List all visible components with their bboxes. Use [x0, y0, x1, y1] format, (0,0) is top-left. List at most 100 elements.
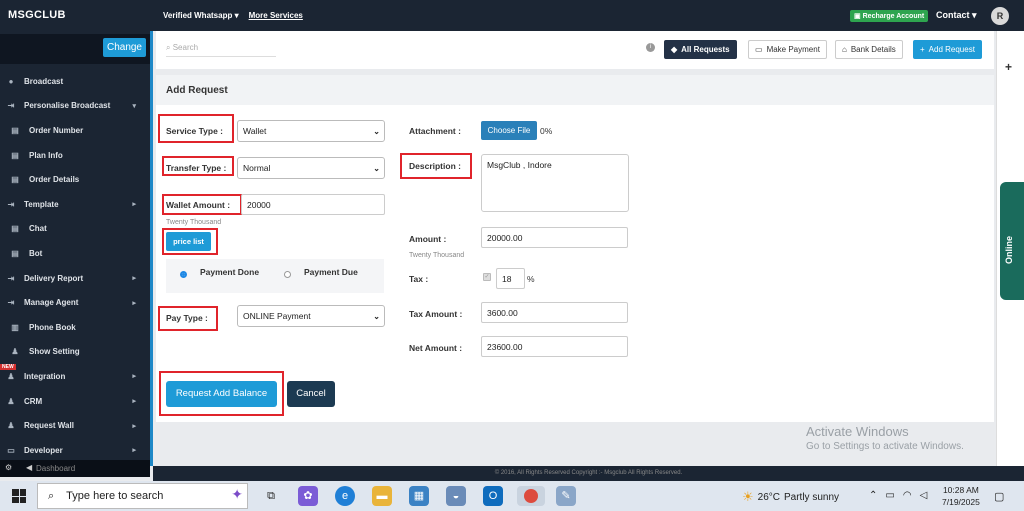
- price-list-button[interactable]: price list: [166, 232, 211, 251]
- sidebar-item-label: Integration: [24, 371, 66, 381]
- sidebar-item-template[interactable]: ⇥ Template ▸: [0, 192, 150, 217]
- sidebar-item-bot[interactable]: ▤ Bot: [0, 241, 150, 266]
- transfer-type-value: Normal: [243, 163, 271, 173]
- document-icon: ▤: [11, 125, 19, 135]
- wallet-amount-label: Wallet Amount :: [166, 200, 231, 210]
- chevron-right-icon: ▸: [132, 201, 136, 209]
- bank-details-button[interactable]: ⌂ Bank Details: [835, 40, 903, 59]
- clock-date: 7/19/2025: [942, 497, 980, 507]
- cancel-button[interactable]: Cancel: [287, 381, 335, 407]
- sidebar-item-broadcast[interactable]: ● Broadcast: [0, 69, 150, 94]
- contact-menu[interactable]: Contact ▾: [936, 10, 977, 21]
- description-textarea[interactable]: MsgClub , Indore: [481, 154, 629, 212]
- task-view-icon[interactable]: ⧉: [261, 486, 281, 506]
- all-requests-label: All Requests: [681, 45, 730, 54]
- taskbar-search[interactable]: ⌕ Type here to search ✦: [37, 483, 248, 509]
- document-icon: ▤: [11, 248, 19, 258]
- search-icon: ⌕: [48, 489, 55, 502]
- chevron-up-icon[interactable]: ⌃: [869, 490, 877, 501]
- search-icon: ⌕: [166, 43, 171, 52]
- info-icon[interactable]: i: [646, 43, 655, 52]
- sidebar-item-crm[interactable]: ♟ CRM ▸: [0, 389, 150, 414]
- add-request-button[interactable]: + Add Request: [913, 40, 982, 59]
- verified-whatsapp-menu[interactable]: Verified Whatsapp ▾: [163, 11, 239, 20]
- payment-done-radio[interactable]: [180, 271, 187, 278]
- make-payment-button[interactable]: ▭ Make Payment: [748, 40, 827, 59]
- wifi-icon[interactable]: ◠: [903, 490, 912, 501]
- transfer-type-select[interactable]: Normal ⌄: [237, 157, 385, 179]
- sidebar-item-plan-info[interactable]: ▤ Plan Info: [0, 143, 150, 168]
- sidebar-item-request-wall[interactable]: ♟ Request Wall ▸: [0, 413, 150, 438]
- sidebar-item-developer[interactable]: ▭ Developer ▸: [0, 438, 150, 463]
- plus-icon[interactable]: +: [1005, 60, 1012, 74]
- volume-icon[interactable]: ◁: [920, 490, 928, 501]
- sidebar-item-show-setting[interactable]: ♟ Show Setting: [0, 340, 150, 365]
- change-button[interactable]: Change: [102, 38, 146, 57]
- request-add-balance-button[interactable]: Request Add Balance: [166, 381, 277, 407]
- chevron-right-icon: ▸: [132, 447, 136, 455]
- all-requests-button[interactable]: ◆ All Requests: [664, 40, 737, 59]
- app-icon[interactable]: ◒: [446, 486, 466, 506]
- copilot-icon[interactable]: ✿: [298, 486, 318, 506]
- monitor-icon: ▭: [7, 445, 15, 455]
- avatar[interactable]: R: [991, 7, 1009, 25]
- import-icon: ⇥: [7, 273, 15, 283]
- sidebar-account-box: Change: [0, 34, 150, 64]
- net-amount-input[interactable]: 23600.00: [481, 336, 628, 357]
- upload-progress: 0%: [540, 126, 553, 136]
- dashboard-link[interactable]: Dashboard: [36, 464, 75, 473]
- edge-icon[interactable]: e: [335, 486, 355, 506]
- clock-time: 10:28 AM: [942, 485, 979, 495]
- outlook-icon[interactable]: O: [483, 486, 503, 506]
- weather-widget[interactable]: ☀ 26°C Partly sunny: [742, 489, 839, 505]
- net-amount-label: Net Amount :: [409, 343, 463, 353]
- amount-input[interactable]: 20000.00: [481, 227, 628, 248]
- sidebar-item-manage-agent[interactable]: ⇥ Manage Agent ▸: [0, 290, 150, 315]
- sidebar-item-integration[interactable]: NEW ♟ Integration ▸: [0, 364, 150, 389]
- tax-amount-input[interactable]: 3600.00: [481, 302, 628, 323]
- taskbar-search-placeholder: Type here to search: [66, 490, 164, 502]
- tax-label: Tax :: [409, 274, 429, 284]
- sidebar-item-order-number[interactable]: ▤ Order Number: [0, 118, 150, 143]
- sidebar-item-chat[interactable]: ▤ Chat: [0, 217, 150, 242]
- windows-start-icon[interactable]: [12, 489, 26, 503]
- tax-input[interactable]: 18: [496, 268, 525, 289]
- sidebar-item-label: Chat: [29, 224, 47, 234]
- sidebar-item-label: Bot: [29, 248, 43, 258]
- import-icon: ⇥: [7, 298, 15, 308]
- sidebar-item-personalise-broadcast[interactable]: ⇥ Personalise Broadcast ▾: [0, 94, 150, 119]
- service-type-select[interactable]: Wallet ⌄: [237, 120, 385, 142]
- wallet-amount-input[interactable]: 20000: [241, 194, 385, 215]
- clock[interactable]: 10:28 AM 7/19/2025: [942, 484, 980, 508]
- notifications-icon[interactable]: ▢: [994, 490, 1004, 503]
- file-explorer-icon[interactable]: ▬: [372, 486, 392, 506]
- online-chat-tab[interactable]: Online: [1000, 182, 1024, 300]
- sidebar-item-order-details[interactable]: ▤ Order Details: [0, 167, 150, 192]
- sidebar-menu: ● Broadcast ⇥ Personalise Broadcast ▾ ▤ Order …: [0, 69, 150, 463]
- sidebar-item-label: Broadcast: [24, 76, 64, 86]
- search-input[interactable]: ⌕ Search: [166, 43, 276, 57]
- chrome-icon[interactable]: [517, 486, 545, 506]
- pay-type-select[interactable]: ONLINE Payment ⌄: [237, 305, 385, 327]
- recharge-account-button[interactable]: ▣ Recharge Account: [850, 10, 929, 22]
- payment-due-radio[interactable]: [284, 271, 291, 278]
- settings-icon[interactable]: ⚙: [5, 463, 12, 472]
- more-services-link[interactable]: More Services: [249, 11, 303, 20]
- brand-logo[interactable]: MSGCLUB: [8, 9, 66, 21]
- tax-amount-label: Tax Amount :: [409, 309, 463, 319]
- sidebar-item-delivery-report[interactable]: ⇥ Delivery Report ▸: [0, 266, 150, 291]
- document-icon: ▤: [11, 150, 19, 160]
- network-icon[interactable]: ▭: [885, 490, 894, 501]
- sidebar-item-phone-book[interactable]: ▥ Phone Book: [0, 315, 150, 340]
- tax-checkbox[interactable]: ✓: [483, 273, 491, 281]
- wallet-amount-words: Twenty Thousand: [166, 219, 222, 226]
- new-badge: NEW: [0, 364, 16, 371]
- chevron-down-icon: ⌄: [373, 163, 380, 173]
- store-icon[interactable]: ▦: [409, 486, 429, 506]
- plus-icon: +: [920, 45, 925, 54]
- paint-icon[interactable]: ✎: [556, 486, 576, 506]
- sidebar-item-label: Delivery Report: [24, 273, 84, 283]
- sidebar-item-label: Developer: [24, 445, 63, 455]
- verified-whatsapp-label: Verified Whatsapp: [163, 11, 233, 20]
- choose-file-button[interactable]: Choose File: [481, 121, 537, 140]
